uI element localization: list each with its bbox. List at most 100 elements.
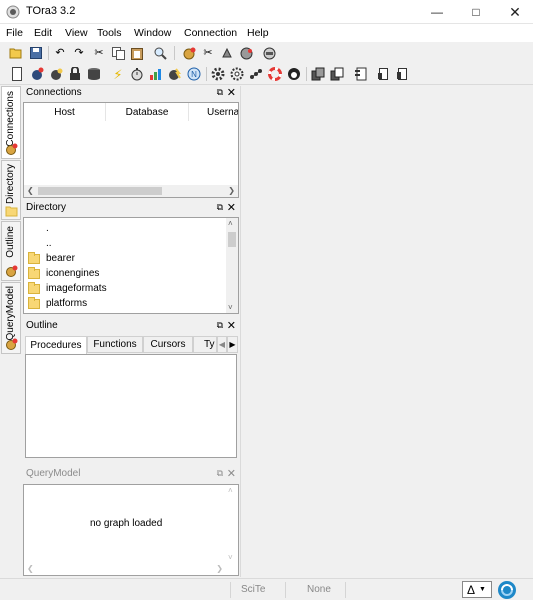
querymodel-vscrollbar[interactable]: ˄ ˅ [226, 485, 238, 563]
copy-icon[interactable] [111, 46, 125, 60]
side-tab-querymodel[interactable]: QueryModel [1, 282, 21, 354]
directory-list[interactable]: . .. bearer iconengines imageformats pla… [23, 217, 239, 314]
float-icon[interactable]: ⧉ [217, 202, 223, 213]
close-icon[interactable]: ✕ [227, 319, 236, 332]
tab-types[interactable]: Ty [193, 336, 217, 353]
sql-editor-icon[interactable] [10, 67, 24, 81]
stop-icon[interactable] [262, 46, 276, 60]
settings-icon[interactable] [230, 67, 244, 81]
tab-cursors[interactable]: Cursors [143, 336, 193, 353]
tab-scroll-right-icon[interactable]: ▶ [227, 336, 238, 353]
close-icon[interactable]: ✕ [227, 467, 236, 480]
restore-icon[interactable] [330, 67, 344, 81]
side-tab-outline[interactable]: Outline [1, 221, 21, 281]
float-icon[interactable]: ⧉ [217, 87, 223, 98]
schema-browser-icon[interactable] [30, 67, 44, 81]
float-icon[interactable]: ⧉ [217, 468, 223, 479]
menu-edit[interactable]: Edit [34, 27, 52, 39]
navigator-icon[interactable]: N [187, 67, 201, 81]
delta-icon: Δ [467, 582, 476, 597]
redo-icon[interactable]: ↷ [72, 46, 86, 60]
list-item[interactable]: . [28, 221, 49, 236]
menu-help[interactable]: Help [247, 27, 269, 39]
scroll-left-icon[interactable]: ❮ [27, 564, 34, 573]
scroll-down-icon[interactable]: ˅ [228, 553, 233, 562]
search-icon[interactable] [153, 46, 167, 60]
scrollbar-thumb[interactable] [228, 232, 236, 247]
document-icon[interactable] [376, 67, 390, 81]
lifebuoy-icon[interactable] [268, 67, 282, 81]
column-header-username[interactable]: Userna [189, 103, 238, 121]
security-manager-icon[interactable] [68, 67, 82, 81]
tab-functions[interactable]: Functions [87, 336, 143, 353]
tab-procedures[interactable]: Procedures [25, 336, 87, 354]
close-connection-icon[interactable]: ✂ [201, 46, 215, 60]
list-item[interactable]: iconengines [28, 266, 99, 281]
column-header-host[interactable]: Host [24, 103, 106, 121]
list-item[interactable]: imageformats [28, 281, 107, 296]
database-icon[interactable] [87, 67, 101, 81]
list-item[interactable]: platforms [28, 296, 87, 311]
querymodel-graph[interactable]: no graph loaded ˄ ˅ ❮ ❯ [23, 484, 239, 576]
querymodel-hscrollbar[interactable]: ❮ ❯ [24, 563, 238, 575]
cut-icon[interactable]: ✂ [92, 46, 106, 60]
menu-window[interactable]: Window [134, 27, 171, 39]
backup-icon[interactable] [311, 67, 325, 81]
connections-hscrollbar[interactable]: ❮ ❯ [24, 185, 238, 197]
tools-toolbar: ⚡ N [0, 64, 533, 85]
bug-icon[interactable] [287, 67, 301, 81]
scroll-left-icon[interactable]: ❮ [27, 186, 34, 195]
directory-dock-title: Directory ⧉ ✕ [23, 201, 239, 216]
scroll-up-icon[interactable]: ˄ [228, 486, 233, 495]
side-tab-querymodel-label: QueryModel [5, 286, 16, 341]
outline-content[interactable] [25, 354, 237, 458]
open-icon[interactable] [9, 46, 23, 60]
worksheet-icon[interactable] [353, 67, 367, 81]
session-icon[interactable] [168, 67, 182, 81]
gear-icon[interactable] [211, 67, 225, 81]
scroll-up-icon[interactable]: ˄ [228, 219, 233, 228]
workspace-area[interactable] [240, 86, 533, 577]
scrollbar-thumb[interactable] [38, 187, 162, 195]
minimize-button[interactable]: — [421, 0, 453, 24]
side-tab-connections-label: Connections [5, 91, 16, 147]
menu-connection[interactable]: Connection [184, 27, 237, 39]
tab-scroll-left-icon[interactable]: ◀ [217, 336, 227, 353]
menu-file[interactable]: File [6, 27, 23, 39]
side-tab-directory[interactable]: Directory [1, 160, 21, 220]
close-icon[interactable]: ✕ [227, 201, 236, 214]
storage-manager-icon[interactable] [49, 67, 63, 81]
float-icon[interactable]: ⧉ [217, 320, 223, 331]
stopwatch-icon[interactable] [130, 67, 144, 81]
network-icon[interactable] [249, 67, 263, 81]
menu-tools[interactable]: Tools [97, 27, 122, 39]
undo-icon[interactable]: ↶ [53, 46, 67, 60]
menu-view[interactable]: View [65, 27, 88, 39]
paste-icon[interactable] [130, 46, 144, 60]
lightning-icon[interactable]: ⚡ [111, 67, 125, 81]
side-tab-connections[interactable]: Connections [1, 86, 21, 159]
list-item[interactable]: .. [28, 236, 52, 251]
column-header-database[interactable]: Database [106, 103, 189, 121]
close-button[interactable]: ✕ [499, 0, 531, 24]
scroll-down-icon[interactable]: ˅ [228, 303, 233, 312]
outline-title: Outline [26, 320, 58, 331]
connections-list[interactable]: Host Database Userna ❮ ❯ [23, 102, 239, 198]
delta-dropdown[interactable]: Δ ▼ [462, 581, 492, 598]
directory-vscrollbar[interactable]: ˄ ˅ [226, 218, 238, 313]
report-icon[interactable] [395, 67, 409, 81]
new-connection-icon[interactable] [182, 46, 196, 60]
maximize-button[interactable]: □ [460, 0, 492, 24]
list-item[interactable]: bearer [28, 251, 75, 266]
folder-icon [5, 206, 18, 217]
side-tab-directory-label: Directory [5, 164, 16, 205]
window-title: TOra3 3.2 [26, 5, 76, 17]
close-icon[interactable]: ✕ [227, 86, 236, 99]
statistics-icon[interactable] [149, 67, 163, 81]
scroll-right-icon[interactable]: ❯ [216, 564, 223, 573]
save-icon[interactable] [29, 46, 43, 60]
commit-icon[interactable] [220, 46, 234, 60]
rollback-icon[interactable] [239, 46, 253, 60]
scroll-right-icon[interactable]: ❯ [228, 186, 235, 195]
connections-dock-title: Connections ⧉ ✕ [23, 86, 239, 101]
